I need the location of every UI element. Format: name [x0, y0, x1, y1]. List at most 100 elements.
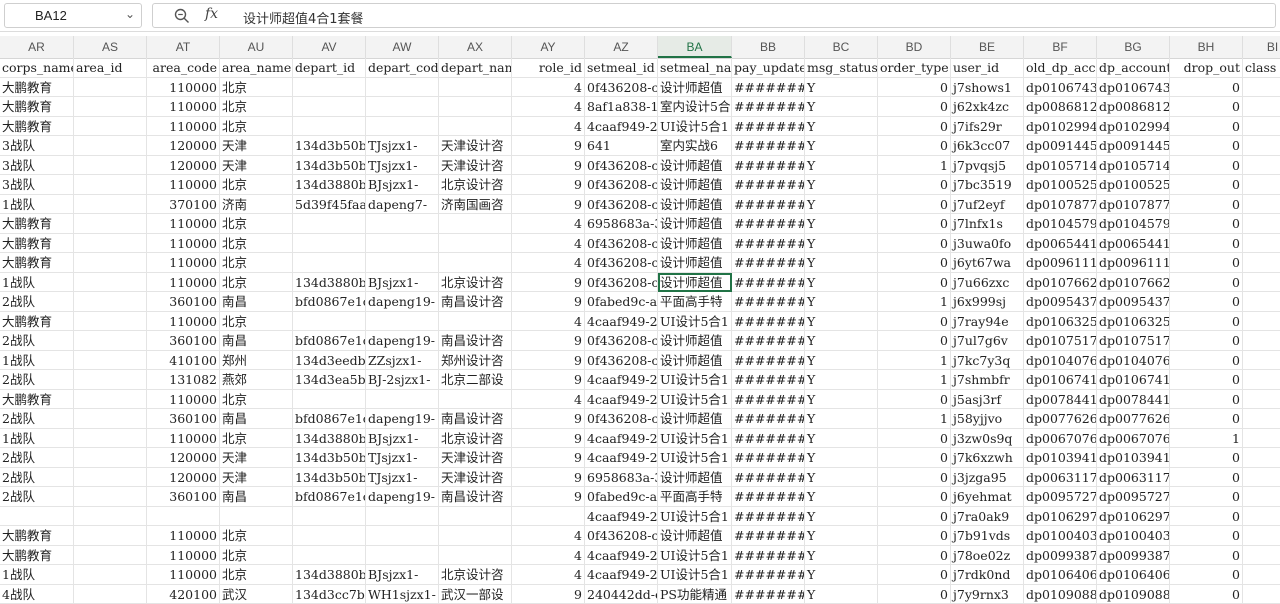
cell-aw[interactable] [366, 234, 439, 254]
cell-az[interactable]: 0f436208-c [585, 78, 658, 98]
cell-au[interactable]: area_name [220, 58, 293, 78]
cell-ax[interactable] [439, 546, 512, 566]
cell-ba[interactable]: UI设计5合1 [658, 565, 732, 585]
cell-bi[interactable] [1243, 195, 1280, 215]
cell-ay[interactable]: 4 [512, 234, 585, 254]
cell-ba[interactable]: 设计师超值 [658, 78, 732, 98]
cell-bf[interactable]: dp0100403 [1024, 526, 1097, 546]
cell-bg[interactable]: dp0095437 [1097, 292, 1170, 312]
cell-as[interactable]: area_id [74, 58, 147, 78]
cell-bh[interactable]: 0 [1170, 331, 1243, 351]
cell-ar[interactable]: 2战队 [0, 370, 74, 390]
cell-au[interactable]: 南昌 [220, 331, 293, 351]
cell-bc[interactable]: Y [805, 214, 878, 234]
cell-ay[interactable]: role_id [512, 58, 585, 78]
cell-ay[interactable]: 9 [512, 351, 585, 371]
cell-ax[interactable]: 北京设计咨 [439, 429, 512, 449]
cell-bb[interactable]: ######### [732, 117, 805, 137]
cell-bg[interactable]: dp_account [1097, 58, 1170, 78]
cell-ba[interactable]: 设计师超值 [658, 273, 732, 293]
cell-av[interactable] [293, 78, 366, 98]
cell-bg[interactable]: dp0106743€ [1097, 78, 1170, 98]
cell-at[interactable]: 110000 [147, 97, 220, 117]
cell-bb[interactable]: ######### [732, 253, 805, 273]
cell-aw[interactable] [366, 78, 439, 98]
cell-bh[interactable]: 0 [1170, 97, 1243, 117]
cell-bg[interactable]: dp0091445 [1097, 136, 1170, 156]
column-header-ba[interactable]: BA [658, 36, 732, 58]
cell-bb[interactable]: ######### [732, 331, 805, 351]
cell-bi[interactable] [1243, 97, 1280, 117]
cell-az[interactable]: 4caaf949-2 [585, 448, 658, 468]
cell-av[interactable] [293, 526, 366, 546]
cell-au[interactable]: 北京 [220, 390, 293, 410]
cell-ax[interactable]: 南昌设计咨 [439, 331, 512, 351]
cell-ba[interactable]: UI设计5合1 [658, 312, 732, 332]
cell-ax[interactable] [439, 117, 512, 137]
cell-au[interactable]: 北京 [220, 117, 293, 137]
cell-be[interactable]: j3jzga95 [951, 468, 1024, 488]
cell-az[interactable]: 0f436208-c [585, 234, 658, 254]
cell-au[interactable]: 北京 [220, 526, 293, 546]
cell-bb[interactable]: ######### [732, 78, 805, 98]
cell-bd[interactable]: 0 [878, 117, 951, 137]
cell-bi[interactable] [1243, 487, 1280, 507]
cell-bb[interactable]: ######### [732, 195, 805, 215]
cell-bi[interactable] [1243, 370, 1280, 390]
cell-be[interactable]: j7b91vds [951, 526, 1024, 546]
cell-as[interactable] [74, 156, 147, 176]
cell-av[interactable]: depart_id [293, 58, 366, 78]
cell-bi[interactable] [1243, 429, 1280, 449]
cell-az[interactable]: 0f436208-c [585, 156, 658, 176]
cell-bg[interactable]: dp0106406 [1097, 565, 1170, 585]
cell-bd[interactable]: 0 [878, 136, 951, 156]
cell-av[interactable]: bfd0867e1c [293, 487, 366, 507]
cell-bi[interactable] [1243, 156, 1280, 176]
cell-bf[interactable]: dp0106297 [1024, 507, 1097, 527]
cell-au[interactable]: 天津 [220, 448, 293, 468]
cell-bb[interactable]: ######### [732, 507, 805, 527]
cell-bb[interactable]: ######### [732, 175, 805, 195]
cell-au[interactable]: 北京 [220, 175, 293, 195]
cell-bh[interactable]: 0 [1170, 117, 1243, 137]
cell-ax[interactable]: 南昌设计咨 [439, 409, 512, 429]
cell-ba[interactable]: 设计师超值 [658, 253, 732, 273]
cell-bf[interactable]: dp0096111 [1024, 253, 1097, 273]
cell-bc[interactable]: Y [805, 487, 878, 507]
cell-aw[interactable]: dapeng19- [366, 331, 439, 351]
cell-bi[interactable] [1243, 312, 1280, 332]
cell-ba[interactable]: 设计师超值 [658, 409, 732, 429]
cell-be[interactable]: j7ul7g6v [951, 331, 1024, 351]
cell-bg[interactable]: dp0099387 [1097, 546, 1170, 566]
cell-bh[interactable]: 0 [1170, 351, 1243, 371]
cell-bc[interactable]: Y [805, 526, 878, 546]
cell-at[interactable]: 110000 [147, 253, 220, 273]
cell-bi[interactable] [1243, 585, 1280, 604]
cell-aw[interactable] [366, 97, 439, 117]
cell-aw[interactable] [366, 312, 439, 332]
cell-au[interactable]: 北京 [220, 253, 293, 273]
cell-as[interactable] [74, 292, 147, 312]
cell-bi[interactable] [1243, 448, 1280, 468]
cell-bg[interactable]: dp0109088 [1097, 585, 1170, 604]
cell-be[interactable]: j58yjjvo [951, 409, 1024, 429]
cell-av[interactable] [293, 117, 366, 137]
cell-as[interactable] [74, 565, 147, 585]
cell-bc[interactable]: Y [805, 331, 878, 351]
cell-az[interactable]: 0f436208-c [585, 331, 658, 351]
cell-as[interactable] [74, 409, 147, 429]
cell-av[interactable] [293, 214, 366, 234]
cell-bf[interactable]: dp0077626 [1024, 409, 1097, 429]
cell-bf[interactable]: old_dp_account [1024, 58, 1097, 78]
cell-bc[interactable]: Y [805, 429, 878, 449]
cell-ax[interactable] [439, 97, 512, 117]
cell-bg[interactable]: dp0077626 [1097, 409, 1170, 429]
cell-bg[interactable]: dp0063117( [1097, 468, 1170, 488]
cell-ax[interactable]: 南昌设计咨 [439, 292, 512, 312]
cell-bb[interactable]: ######### [732, 526, 805, 546]
cell-bg[interactable]: dp0107662 [1097, 273, 1170, 293]
cell-at[interactable]: 370100 [147, 195, 220, 215]
cell-ay[interactable]: 9 [512, 487, 585, 507]
column-header-aw[interactable]: AW [366, 36, 439, 58]
cell-bh[interactable]: 0 [1170, 546, 1243, 566]
